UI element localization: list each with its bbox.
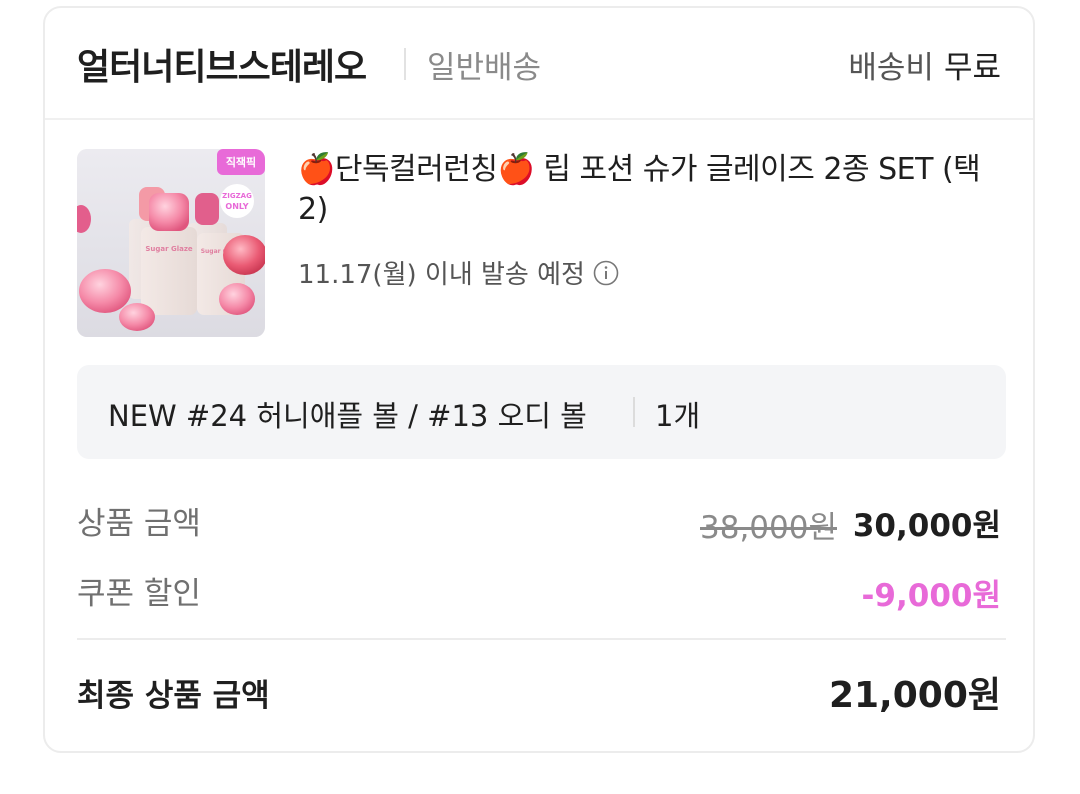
shipping-fee: 배송비 무료 <box>848 42 1001 87</box>
product-amount-label: 상품 금액 <box>77 506 201 542</box>
product-thumbnail[interactable]: Sugar Glaze Sugar Glaze 직잭픽 ZIGZAG ONLY <box>77 149 265 337</box>
ship-date: 11.17(월) 이내 발송 예정 <box>298 254 619 291</box>
product-title[interactable]: 🍎단독컬러런칭🍎 립 포션 슈가 글레이즈 2종 SET (택2) <box>298 150 1008 230</box>
option-text: NEW #24 허니애플 볼 / #13 오디 볼 <box>108 399 587 433</box>
coupon-discount-label: 쿠폰 할인 <box>77 576 201 612</box>
shipping-fee-value: 무료 <box>943 50 1001 86</box>
svg-text:Sugar Glaze: Sugar Glaze <box>145 245 193 253</box>
shipping-type: 일반배송 <box>427 50 542 86</box>
header-divider <box>404 48 406 80</box>
ship-date-text: 11.17(월) 이내 발송 예정 <box>298 260 585 290</box>
option-divider <box>633 397 635 427</box>
info-circle-icon[interactable] <box>593 260 619 286</box>
seller-name[interactable]: 얼터너티브스테레오 <box>77 38 367 90</box>
order-item-card: 얼터너티브스테레오 일반배송 배송비 무료 Sugar Glaze Sugar … <box>43 6 1035 753</box>
shipping-fee-label: 배송비 <box>848 50 934 86</box>
final-amount-label: 최종 상품 금액 <box>77 678 270 714</box>
seller-header: 얼터너티브스테레오 일반배송 배송비 무료 <box>45 8 1033 120</box>
thumb-badge-text: 직잭픽 <box>226 155 256 169</box>
option-box: NEW #24 허니애플 볼 / #13 오디 볼 1개 <box>77 365 1006 459</box>
coupon-discount-value: -9,000원 <box>861 578 1001 614</box>
svg-text:ONLY: ONLY <box>225 202 248 211</box>
svg-text:ZIGZAG: ZIGZAG <box>222 192 252 200</box>
final-amount-value: 21,000원 <box>828 675 1001 716</box>
price-divider <box>77 638 1006 640</box>
sale-price: 30,000원 <box>852 508 1001 544</box>
option-quantity: 1개 <box>655 399 701 433</box>
original-price: 38,000원 <box>700 510 837 546</box>
